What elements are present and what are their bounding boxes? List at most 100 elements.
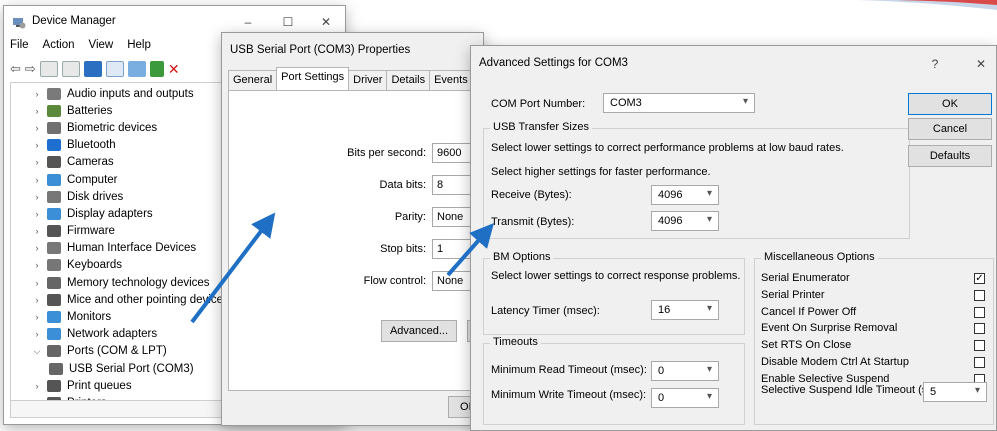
chevron-right-icon[interactable]: › — [31, 260, 43, 270]
misc-option-checkbox[interactable] — [974, 306, 985, 318]
chevron-right-icon[interactable]: › — [31, 329, 43, 339]
advanced-settings-dialog: Advanced Settings for COM3 ? ✕ COM Port … — [470, 45, 997, 431]
scan-hardware-icon[interactable] — [105, 61, 124, 77]
bm-hint: Select lower settings to correct respons… — [491, 270, 741, 282]
min-write-select[interactable]: 0 ▾ — [651, 388, 719, 408]
maximize-button[interactable]: ☐ — [276, 12, 300, 32]
chevron-right-icon[interactable]: › — [31, 209, 43, 219]
transmit-value: 4096 — [658, 215, 683, 227]
chevron-right-icon[interactable]: › — [31, 192, 43, 202]
data-bits-label: Data bits: — [379, 179, 426, 191]
chevron-right-icon[interactable]: › — [31, 278, 43, 288]
transmit-select[interactable]: 4096 ▾ — [651, 211, 719, 231]
close-button[interactable]: ✕ — [314, 12, 338, 32]
tab-driver[interactable]: Driver — [348, 70, 388, 90]
advanced-button[interactable]: Advanced... — [381, 320, 457, 342]
tree-item-label: Computer — [67, 173, 118, 186]
flow-control-row: Flow control: None — [364, 271, 482, 291]
stop-bits-label: Stop bits: — [380, 243, 426, 255]
com-port-label: COM Port Number: — [491, 98, 586, 110]
tree-item-label: Biometric devices — [67, 121, 158, 134]
misc-option-checkbox[interactable] — [974, 340, 985, 352]
update-driver-icon[interactable] — [149, 61, 164, 77]
hid-icon — [47, 242, 61, 255]
chevron-right-icon[interactable]: › — [31, 89, 43, 99]
advanced-defaults-button[interactable]: Defaults — [908, 145, 992, 167]
min-write-label: Minimum Write Timeout (msec): — [491, 389, 647, 401]
battery-icon — [47, 104, 61, 117]
properties-title: USB Serial Port (COM3) Properties — [230, 44, 411, 56]
tree-item-label: Disk drives — [67, 190, 124, 203]
speaker-icon — [47, 87, 61, 100]
misc-option-checkbox[interactable] — [974, 289, 985, 301]
stop-bits-row: Stop bits: 1 — [380, 239, 482, 259]
chevron-right-icon[interactable]: › — [31, 157, 43, 167]
menu-action[interactable]: Action — [43, 39, 75, 57]
tree-item-label: Bluetooth — [67, 139, 116, 152]
list-view-icon[interactable] — [61, 61, 80, 77]
com-port-select[interactable]: COM3 ▾ — [603, 93, 755, 113]
tree-item-label: Audio inputs and outputs — [67, 87, 194, 100]
latency-value: 16 — [658, 304, 671, 316]
help-icon[interactable] — [83, 61, 102, 77]
menu-file[interactable]: File — [10, 39, 29, 57]
chevron-down-icon: ▾ — [742, 96, 748, 107]
min-write-value: 0 — [658, 392, 665, 404]
window-title: Device Manager — [32, 15, 116, 27]
tree-item-label: Cameras — [67, 156, 114, 169]
chevron-right-icon[interactable]: › — [31, 140, 43, 150]
suspend-timeout-value: 5 — [930, 386, 937, 398]
fingerprint-icon — [47, 121, 61, 134]
chevron-right-icon[interactable]: › — [31, 123, 43, 133]
tab-general[interactable]: General — [228, 70, 278, 90]
advanced-cancel-button[interactable]: Cancel — [908, 118, 992, 140]
tree-item-label: Mice and other pointing devices — [67, 293, 229, 306]
chevron-right-icon[interactable]: › — [31, 106, 43, 116]
chevron-right-icon[interactable]: › — [31, 243, 43, 253]
chevron-right-icon[interactable]: › — [31, 312, 43, 322]
monitor-toolbar-icon[interactable] — [127, 61, 146, 77]
monitor-icon — [47, 173, 61, 186]
back-arrow-icon[interactable]: ⇦ — [10, 61, 21, 77]
help-button[interactable]: ? — [923, 54, 947, 74]
uninstall-x-icon[interactable]: ✕ — [168, 61, 180, 78]
misc-option-label: Serial Enumerator — [761, 272, 850, 284]
misc-option-checkbox[interactable]: ✓ — [974, 273, 985, 284]
min-read-value: 0 — [658, 365, 665, 377]
menu-help[interactable]: Help — [127, 39, 151, 57]
tab-port-settings[interactable]: Port Settings — [276, 67, 350, 90]
com-port-value: COM3 — [610, 97, 642, 109]
tab-details[interactable]: Details — [386, 70, 431, 90]
chevron-right-icon[interactable]: › — [31, 175, 43, 185]
suspend-timeout-select[interactable]: 5 ▾ — [923, 382, 987, 402]
tree-item-label: Monitors — [67, 311, 112, 324]
tree-item-label: USB Serial Port (COM3) — [69, 362, 194, 375]
display-adapter-icon — [47, 207, 61, 220]
chevron-right-icon[interactable]: › — [31, 381, 43, 391]
forward-arrow-icon[interactable]: ⇨ — [25, 61, 36, 77]
minimize-button[interactable]: – — [236, 12, 260, 32]
misc-option-label: Event On Surprise Removal — [761, 322, 898, 335]
chevron-right-icon[interactable]: › — [31, 226, 43, 236]
min-read-select[interactable]: 0 ▾ — [651, 361, 719, 381]
menu-view[interactable]: View — [89, 39, 114, 57]
tree-item-label: Keyboards — [67, 259, 122, 272]
chevron-down-icon: ▾ — [706, 188, 712, 199]
chevron-right-icon[interactable]: › — [31, 295, 43, 305]
tab-events[interactable]: Events — [429, 70, 473, 90]
device-manager-app-icon — [12, 15, 26, 29]
monitor-icon — [47, 311, 61, 324]
misc-option-checkbox[interactable] — [974, 357, 985, 368]
properties-view-icon[interactable] — [39, 61, 58, 77]
chevron-down-icon[interactable]: ⌵ — [31, 346, 43, 357]
disk-icon — [47, 190, 61, 203]
misc-option-checkbox[interactable] — [974, 323, 985, 335]
keyboard-icon — [47, 259, 61, 272]
advanced-ok-button[interactable]: OK — [908, 93, 992, 115]
transmit-label: Transmit (Bytes): — [491, 216, 575, 228]
tree-item-label: Batteries — [67, 104, 113, 117]
advanced-close-button[interactable]: ✕ — [969, 54, 993, 74]
chevron-down-icon: ▾ — [706, 364, 712, 375]
receive-select[interactable]: 4096 ▾ — [651, 185, 719, 205]
latency-select[interactable]: 16 ▾ — [651, 300, 719, 320]
